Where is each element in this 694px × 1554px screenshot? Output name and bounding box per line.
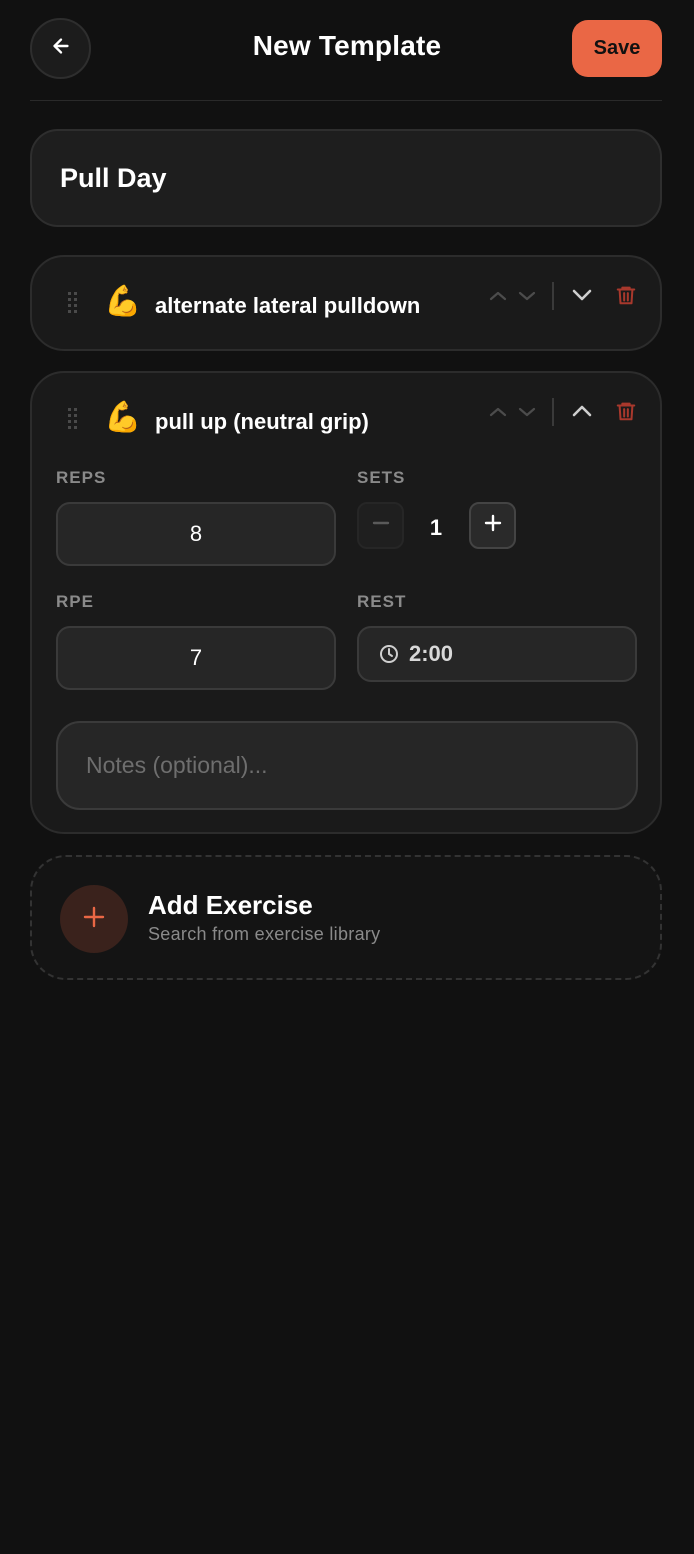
new-template-screen: New Template Save Pull Day 💪 alternate l… xyxy=(0,0,694,1554)
sets-increment-button[interactable] xyxy=(469,502,516,549)
flexed-biceps-icon: 💪 xyxy=(104,284,142,319)
rest-value: 2:00 xyxy=(409,641,454,666)
header: New Template Save xyxy=(0,0,694,101)
exercise-card: 💪 alternate lateral pulldown xyxy=(30,255,662,351)
trash-icon[interactable] xyxy=(614,399,638,423)
notes-input[interactable]: Notes (optional)... xyxy=(56,721,638,810)
rpe-input[interactable]: 7 xyxy=(56,626,336,690)
add-exercise-subtitle: Search from exercise library xyxy=(148,924,381,944)
trash-icon[interactable] xyxy=(614,283,638,307)
header-divider xyxy=(30,100,662,101)
add-exercise-button[interactable]: Add Exercise Search from exercise librar… xyxy=(30,855,662,980)
chevron-up-icon[interactable] xyxy=(570,399,594,423)
add-icon-circle xyxy=(60,885,128,953)
add-exercise-title: Add Exercise xyxy=(148,890,313,920)
reps-label: REPS xyxy=(56,468,107,487)
move-up-icon[interactable] xyxy=(486,284,510,308)
save-button[interactable]: Save xyxy=(572,20,662,77)
clock-icon xyxy=(379,644,399,664)
minus-icon xyxy=(372,514,390,537)
drag-handle-icon[interactable] xyxy=(67,407,79,431)
exercise-name[interactable]: pull up (neutral grip) xyxy=(155,409,369,435)
move-up-icon[interactable] xyxy=(486,400,510,424)
sets-label: SETS xyxy=(357,468,406,487)
rest-label: REST xyxy=(357,592,407,611)
sets-decrement-button[interactable] xyxy=(357,502,404,549)
template-name-input[interactable]: Pull Day xyxy=(30,129,662,227)
move-down-icon[interactable] xyxy=(515,400,539,424)
sets-value: 1 xyxy=(429,515,443,540)
rpe-label: RPE xyxy=(56,592,94,611)
flexed-biceps-icon: 💪 xyxy=(104,400,142,435)
plus-icon xyxy=(82,905,106,934)
divider xyxy=(552,398,554,426)
exercise-name[interactable]: alternate lateral pulldown xyxy=(155,293,420,319)
plus-icon xyxy=(484,514,502,537)
exercise-card: 💪 pull up (neutral grip) REPS 8 SETS 1 R… xyxy=(30,371,662,834)
rest-timer-input[interactable]: 2:00 xyxy=(357,626,637,682)
move-down-icon[interactable] xyxy=(515,284,539,308)
divider xyxy=(552,282,554,310)
drag-handle-icon[interactable] xyxy=(67,291,79,315)
reps-input[interactable]: 8 xyxy=(56,502,336,566)
chevron-down-icon[interactable] xyxy=(570,283,594,307)
